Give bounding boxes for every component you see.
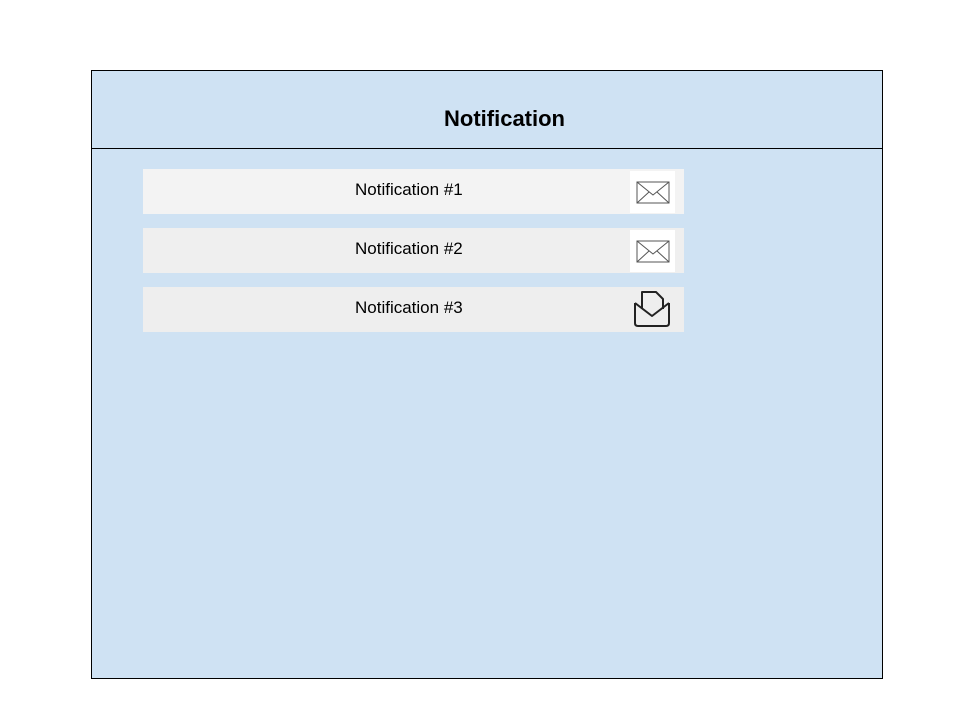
envelope-open-icon[interactable] — [630, 289, 675, 331]
page-title: Notification — [444, 106, 565, 131]
notification-item-2[interactable]: Notification #2 — [143, 228, 684, 273]
notification-item-1[interactable]: Notification #1 — [143, 169, 684, 214]
envelope-closed-icon[interactable] — [630, 171, 675, 213]
notification-panel: Notification Notification #1 Notificatio… — [91, 70, 883, 679]
envelope-closed-icon[interactable] — [630, 230, 675, 272]
notification-label: Notification #3 — [355, 298, 463, 317]
notification-item-3[interactable]: Notification #3 — [143, 287, 684, 332]
notification-label: Notification #1 — [355, 180, 463, 199]
panel-header: Notification — [92, 71, 882, 149]
notification-list: Notification #1 Notification #2 Notifica… — [143, 169, 684, 346]
notification-label: Notification #2 — [355, 239, 463, 258]
